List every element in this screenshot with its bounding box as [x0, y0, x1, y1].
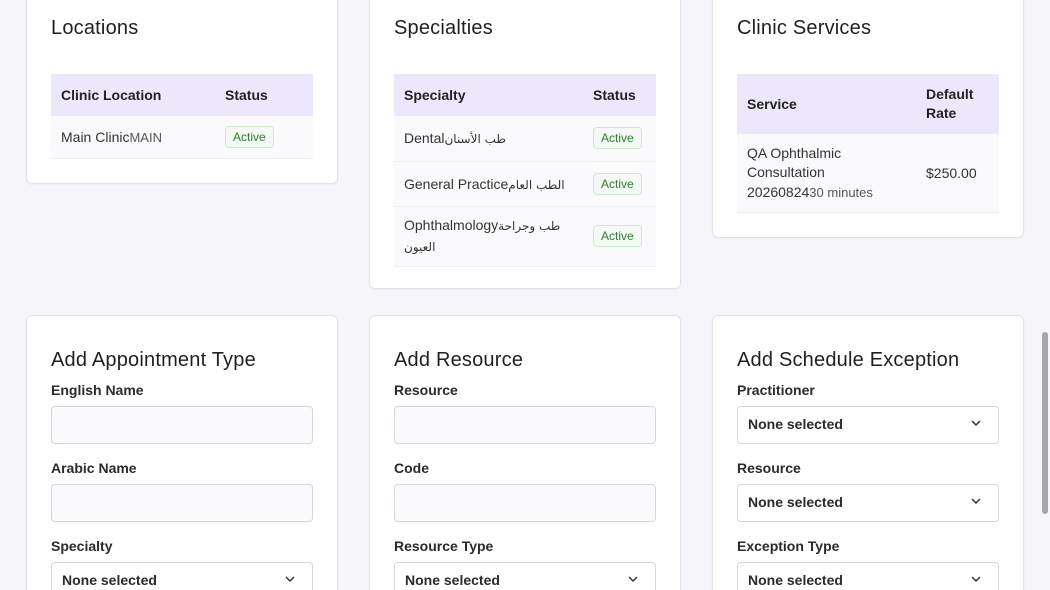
practitioner-select[interactable]: None selected [737, 406, 999, 444]
status-badge: Active [593, 172, 642, 195]
clinic-services-card: Clinic Services Service Default Rate QA … [712, 0, 1024, 238]
practitioner-label: Practitioner [737, 382, 815, 398]
service-name-line: QA Ophthalmic [747, 144, 842, 161]
service-cell: QA Ophthalmic Consultation 2026082430 mi… [737, 134, 916, 212]
service-code: 20260824 [747, 183, 810, 200]
locations-card: Locations Clinic Location Status Main Cl… [26, 0, 338, 184]
table-row[interactable]: Main ClinicMAIN Active [51, 116, 313, 158]
specialty-select[interactable]: None selected [51, 562, 313, 590]
resource-type-select[interactable]: None selected [394, 562, 656, 590]
resource-select[interactable]: None selected [737, 484, 999, 522]
column-header-service: Service [747, 96, 797, 112]
chevron-down-icon [971, 420, 981, 427]
add-schedule-exception-card: Add Schedule Exception Practitioner None… [712, 315, 1024, 590]
english-name-field[interactable] [51, 406, 313, 444]
specialty-cell: Ophthalmologyطب وجراحة العيون [394, 206, 583, 266]
add-resource-card: Add Resource Resource Code Resource Type… [369, 315, 681, 590]
resource-label: Resource [394, 382, 458, 398]
page-scrollbar[interactable] [1042, 332, 1048, 514]
location-name: Main Clinic [61, 128, 130, 145]
specialties-table: Specialty Status Dentalطب الأسنان Active… [394, 74, 656, 267]
exception-type-select-value: None selected [748, 572, 843, 588]
specialties-title: Specialties [394, 17, 493, 39]
locations-table: Clinic Location Status Main ClinicMAIN A… [51, 74, 313, 159]
exception-type-select[interactable]: None selected [737, 562, 999, 590]
service-duration: 30 minutes [809, 184, 873, 200]
chevron-down-icon [285, 576, 295, 583]
table-row[interactable]: QA Ophthalmic Consultation 2026082430 mi… [737, 134, 999, 212]
add-schedule-exception-title: Add Schedule Exception [737, 349, 960, 371]
specialty-arabic-name: طب الأسنان [444, 132, 506, 147]
resource-type-label: Resource Type [394, 538, 494, 554]
column-header-status: Status [593, 87, 636, 103]
resource-label: Resource [737, 460, 801, 476]
chevron-down-icon [971, 576, 981, 583]
code-field[interactable] [394, 484, 656, 522]
status-cell: Active [583, 206, 656, 266]
column-header-default-rate: Default Rate [926, 86, 974, 121]
column-header-specialty: Specialty [404, 87, 466, 103]
locations-title: Locations [51, 17, 139, 39]
rate-cell: $250.00 [926, 164, 977, 181]
resource-select-value: None selected [748, 494, 843, 510]
practitioner-select-value: None selected [748, 416, 843, 432]
resource-field[interactable] [394, 406, 656, 444]
specialty-select-value: None selected [62, 572, 157, 588]
status-cell: Active [583, 116, 656, 161]
exception-type-label: Exception Type [737, 538, 840, 554]
english-name-label: English Name [51, 382, 144, 398]
specialty-name: Dental [404, 130, 445, 147]
service-name-line: Consultation [747, 164, 825, 180]
code-label: Code [394, 460, 429, 476]
status-cell: Active [583, 161, 656, 206]
clinic-services-table: Service Default Rate QA Ophthalmic Consu… [737, 74, 999, 213]
location-code: MAIN [129, 129, 162, 145]
arabic-name-field[interactable] [51, 484, 313, 522]
specialties-card: Specialties Specialty Status Dentalطب ال… [369, 0, 681, 289]
location-cell: Main ClinicMAIN [51, 116, 215, 158]
table-row[interactable]: Ophthalmologyطب وجراحة العيون Active [394, 206, 656, 266]
add-resource-title: Add Resource [394, 349, 524, 371]
clinic-services-title: Clinic Services [737, 17, 872, 39]
chevron-down-icon [971, 498, 981, 505]
arabic-name-label: Arabic Name [51, 460, 137, 476]
specialty-name: General Practice [404, 175, 509, 192]
specialty-arabic-name: الطب العام [508, 177, 565, 192]
column-header-clinic-location: Clinic Location [61, 87, 162, 103]
table-row[interactable]: General Practiceالطب العام Active [394, 161, 656, 206]
status-cell: Active [215, 116, 313, 158]
column-header-status: Status [225, 87, 268, 103]
add-appointment-type-title: Add Appointment Type [51, 349, 256, 371]
status-badge: Active [593, 127, 642, 150]
chevron-down-icon [628, 576, 638, 583]
table-row[interactable]: Dentalطب الأسنان Active [394, 116, 656, 161]
status-badge: Active [225, 125, 274, 148]
specialty-cell: General Practiceالطب العام [394, 161, 583, 206]
add-appointment-type-card: Add Appointment Type English Name Arabic… [26, 315, 338, 590]
specialty-label: Specialty [51, 538, 113, 554]
resource-type-select-value: None selected [405, 572, 500, 588]
status-badge: Active [593, 225, 642, 247]
specialty-name: Ophthalmology [404, 217, 499, 233]
specialty-cell: Dentalطب الأسنان [394, 116, 583, 161]
